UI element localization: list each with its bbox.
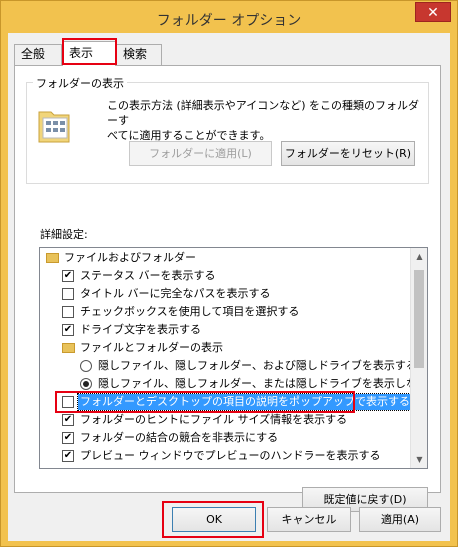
setting-radio[interactable] [80,360,92,372]
folder-view-description-line1: この表示方法 (詳細表示やアイコンなど) をこの種類のフォルダーす [107,99,420,127]
tree-row[interactable]: 隠しファイル、隠しフォルダー、および隠しドライブを表示する [40,357,410,375]
setting-checkbox[interactable]: ✔ [62,270,74,282]
tab-view[interactable]: 表示 [62,41,116,66]
tree-row[interactable]: チェックボックスを使用して項目を選択する [40,303,410,321]
advanced-settings-label: 詳細設定: [40,228,88,241]
ok-button[interactable]: OK [172,507,256,532]
setting-checkbox[interactable]: ✔ [62,468,74,469]
tree-row-label: フォルダーとデスクトップの項目の説明をポップアップで表示する [77,393,410,411]
setting-checkbox[interactable] [62,306,74,318]
setting-checkbox[interactable]: ✔ [62,450,74,462]
tree-row[interactable]: ファイルおよびフォルダー [40,249,410,267]
scroll-down-arrow[interactable]: ▼ [411,451,427,468]
setting-radio[interactable] [80,378,92,390]
tree-row[interactable]: ✔ プレビュー ウィンドウでプレビューのハンドラーを表示する [40,447,410,465]
window-title: フォルダー オプション [156,13,302,29]
tree-row-label: ステータス バーを表示する [80,269,216,282]
tree-row-label: チェックボックスを使用して項目を選択する [80,305,300,318]
tree-row-label: ファイルおよびフォルダー [64,251,196,264]
tree-row-label: リンク シュウ・カツヌ... [80,465,204,468]
tree-row-label: フォルダーの結合の競合を非表示にする [80,431,279,444]
tree-row-label: フォルダーのヒントにファイル サイズ情報を表示する [80,413,348,426]
advanced-settings-tree[interactable]: ファイルおよびフォルダー ✔ ステータス バーを表示するタイトル バーに完全なパスを… [39,247,428,469]
tree-row[interactable]: フォルダーとデスクトップの項目の説明をポップアップで表示する [40,393,410,411]
advanced-settings-rows: ファイルおよびフォルダー ✔ ステータス バーを表示するタイトル バーに完全なパスを… [40,249,410,469]
tree-row[interactable]: ✔ ドライブ文字を表示する [40,321,410,339]
folder-view-group: フォルダーの表示 この表示方法 (詳細表示やアイコンなど) をこの種類のフォルダ… [26,75,429,184]
tab-general[interactable]: 全般 [14,44,62,65]
tree-row[interactable]: ✔ フォルダーの結合の競合を非表示にする [40,429,410,447]
folder-view-description: この表示方法 (詳細表示やアイコンなど) をこの種類のフォルダーす べてに適用す… [107,98,427,143]
folder-options-dialog: フォルダー オプション ✕ 全般 表示 検索 フォルダーの表示 この表示方法 (… [0,0,458,547]
scroll-up-arrow[interactable]: ▲ [411,248,427,265]
close-button[interactable]: ✕ [415,2,451,22]
reset-folders-button[interactable]: フォルダーをリセット(R) [281,141,415,166]
tree-row-label: ドライブ文字を表示する [80,323,201,336]
tree-row-label: 隠しファイル、隠しフォルダー、または隠しドライブを表示しない [98,377,410,390]
tree-row-label: ファイルとフォルダーの表示 [80,341,223,354]
tree-row[interactable]: ファイルとフォルダーの表示 [40,339,410,357]
setting-checkbox[interactable]: ✔ [62,432,74,444]
cancel-button[interactable]: キャンセル [267,507,351,532]
tree-row-label: プレビュー ウィンドウでプレビューのハンドラーを表示する [80,449,381,462]
folder-icon [62,343,75,353]
tree-row-label: タイトル バーに完全なパスを表示する [80,287,271,300]
tree-row[interactable]: ✔ リンク シュウ・カツヌ... [40,465,410,469]
scroll-thumb[interactable] [414,270,424,368]
tree-vertical-scrollbar[interactable]: ▲ ▼ [410,248,427,468]
apply-to-folders-button[interactable]: フォルダーに適用(L) [129,141,272,166]
setting-checkbox[interactable] [62,396,74,408]
setting-checkbox[interactable] [62,288,74,300]
apply-button[interactable]: 適用(A) [359,507,441,532]
tree-row[interactable]: ✔ フォルダーのヒントにファイル サイズ情報を表示する [40,411,410,429]
folder-view-icon [38,111,70,143]
view-tab-panel: フォルダーの表示 この表示方法 (詳細表示やアイコンなど) をこの種類のフォルダ… [14,65,441,512]
setting-checkbox[interactable]: ✔ [62,324,74,336]
tree-row[interactable]: タイトル バーに完全なパスを表示する [40,285,410,303]
folder-icon [46,253,59,263]
tree-row[interactable]: 隠しファイル、隠しフォルダー、または隠しドライブを表示しない [40,375,410,393]
title-bar[interactable]: フォルダー オプション ✕ [1,1,457,33]
tab-search[interactable]: 検索 [116,44,162,65]
folder-view-group-label: フォルダーの表示 [33,75,127,91]
tree-row[interactable]: ✔ ステータス バーを表示する [40,267,410,285]
tree-row-label: 隠しファイル、隠しフォルダー、および隠しドライブを表示する [98,359,410,372]
setting-checkbox[interactable]: ✔ [62,414,74,426]
dialog-client-area: 全般 表示 検索 フォルダーの表示 この表示方法 (詳細表示やアイコンなど) を… [8,33,450,541]
